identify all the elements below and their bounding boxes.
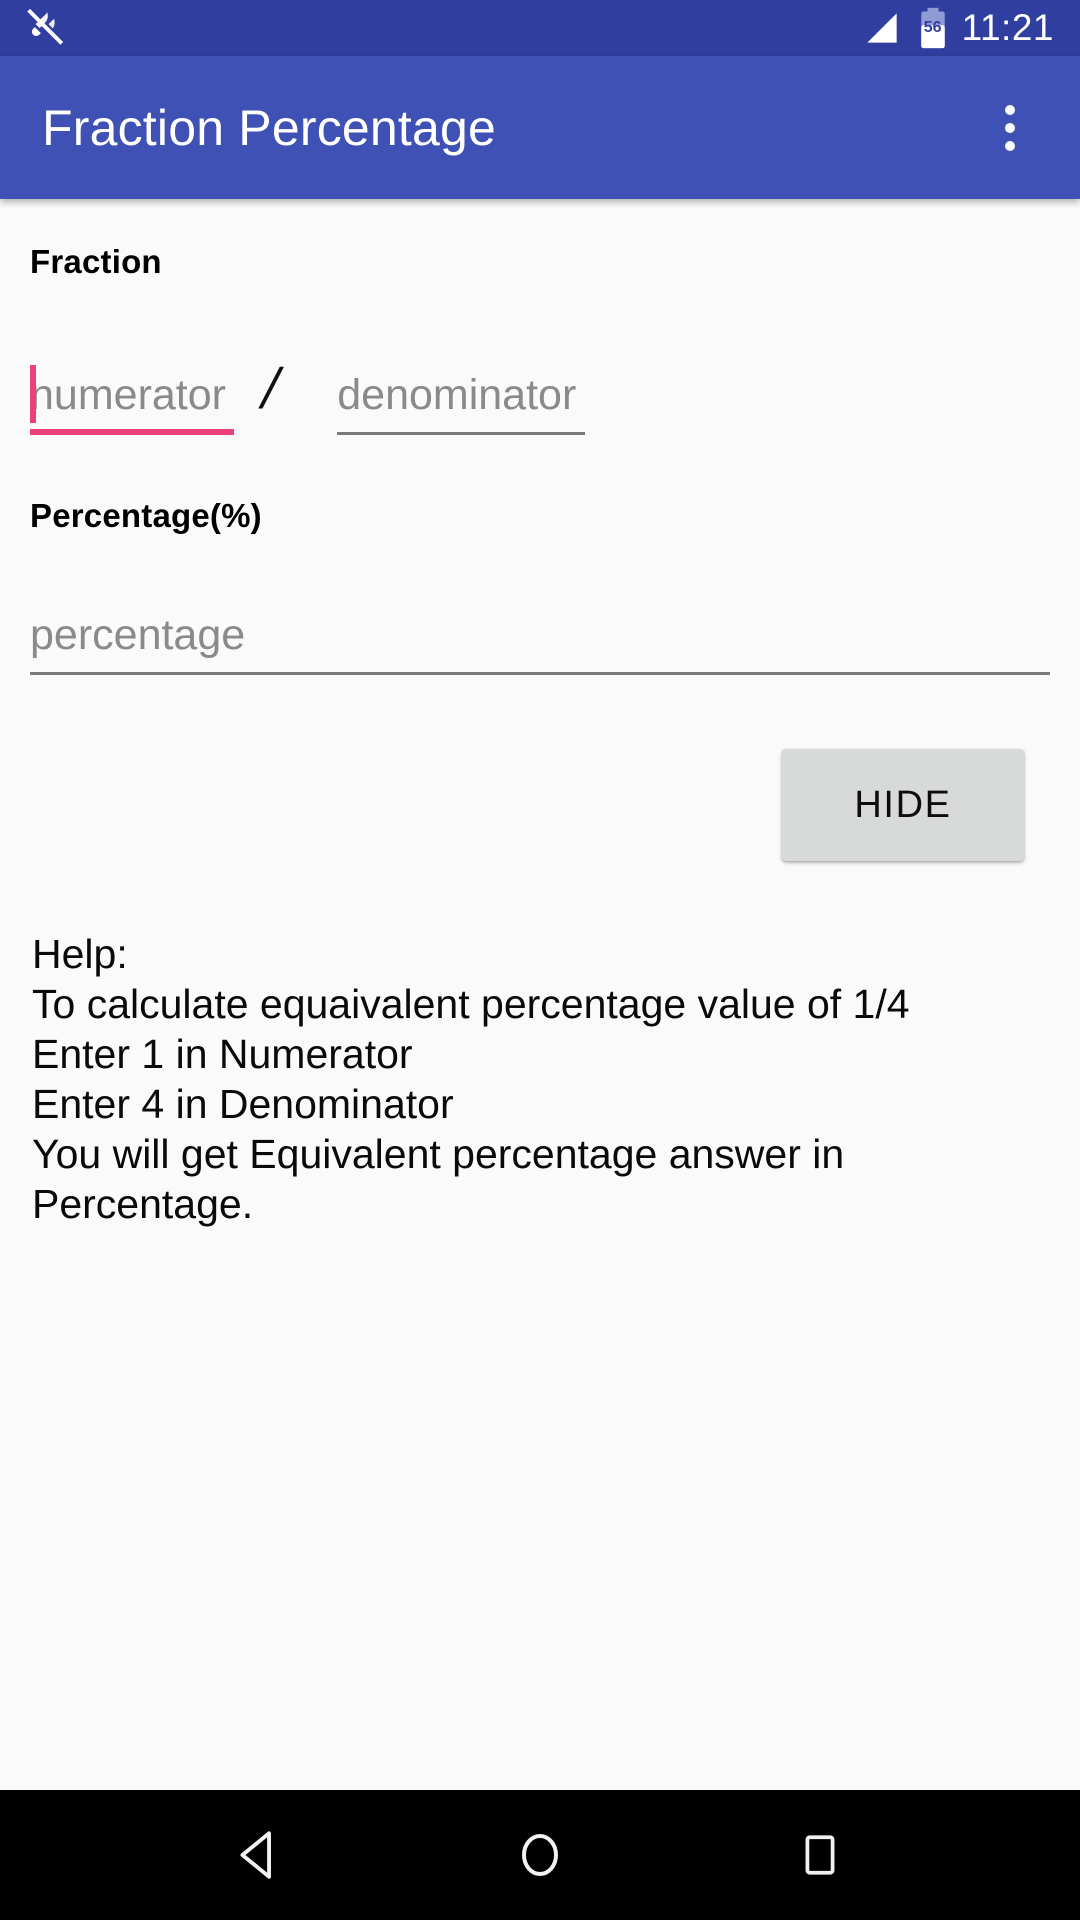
help-line: To calculate equaivalent percentage valu…	[32, 981, 910, 1027]
status-bar: 56 11:21	[0, 0, 1080, 56]
help-text-block: Help: To calculate equaivalent percentag…	[30, 929, 1050, 1229]
recents-square-icon[interactable]	[745, 1790, 895, 1920]
help-line: Help:	[32, 931, 128, 977]
battery-icon: 56	[918, 6, 948, 50]
status-bar-left-icons	[22, 6, 66, 50]
status-bar-right-icons: 56 11:21	[860, 6, 1054, 50]
app-title: Fraction Percentage	[42, 99, 497, 156]
main-content: Fraction numerator / denominator Percent…	[0, 199, 1080, 1790]
battery-level-text: 56	[923, 19, 942, 36]
button-row: HIDE	[30, 749, 1050, 861]
status-bar-clock: 11:21	[961, 6, 1054, 48]
percentage-input-row: percentage	[30, 583, 1050, 675]
help-line: Enter 1 in Numerator	[32, 1031, 413, 1077]
overflow-menu-icon[interactable]	[968, 86, 1052, 170]
denominator-placeholder: denominator	[337, 371, 577, 419]
signal-triangle-icon	[860, 6, 904, 50]
do-not-disturb-slash-icon	[22, 6, 66, 50]
percentage-placeholder: percentage	[30, 611, 246, 659]
percentage-input[interactable]: percentage	[30, 583, 1050, 675]
app-screen: 56 11:21 Fraction Percentage Fraction nu…	[0, 0, 1080, 1920]
fraction-input-row: numerator / denominator	[30, 343, 1050, 435]
hide-button[interactable]: HIDE	[782, 749, 1024, 861]
text-caret	[30, 365, 36, 423]
fraction-label: Fraction	[30, 243, 162, 280]
numerator-placeholder: numerator	[30, 371, 226, 419]
overflow-dot-1	[1005, 104, 1015, 115]
denominator-input[interactable]: denominator	[337, 343, 586, 435]
overflow-dot-3	[1005, 140, 1015, 151]
system-navigation-bar	[0, 1790, 1080, 1920]
denominator-underline	[337, 432, 586, 435]
numerator-input[interactable]: numerator	[30, 343, 234, 435]
back-triangle-icon[interactable]	[185, 1790, 335, 1920]
help-line: You will get Equivalent percentage answe…	[32, 1131, 845, 1177]
percentage-label: Percentage(%)	[30, 497, 262, 534]
help-line: Enter 4 in Denominator	[32, 1081, 454, 1127]
home-circle-icon[interactable]	[465, 1790, 615, 1920]
percentage-underline	[30, 672, 1050, 675]
fraction-separator: /	[262, 354, 280, 422]
help-line: Percentage.	[32, 1181, 254, 1227]
app-bar: Fraction Percentage	[0, 56, 1080, 199]
numerator-underline	[30, 429, 234, 435]
overflow-dot-2	[1005, 122, 1015, 133]
